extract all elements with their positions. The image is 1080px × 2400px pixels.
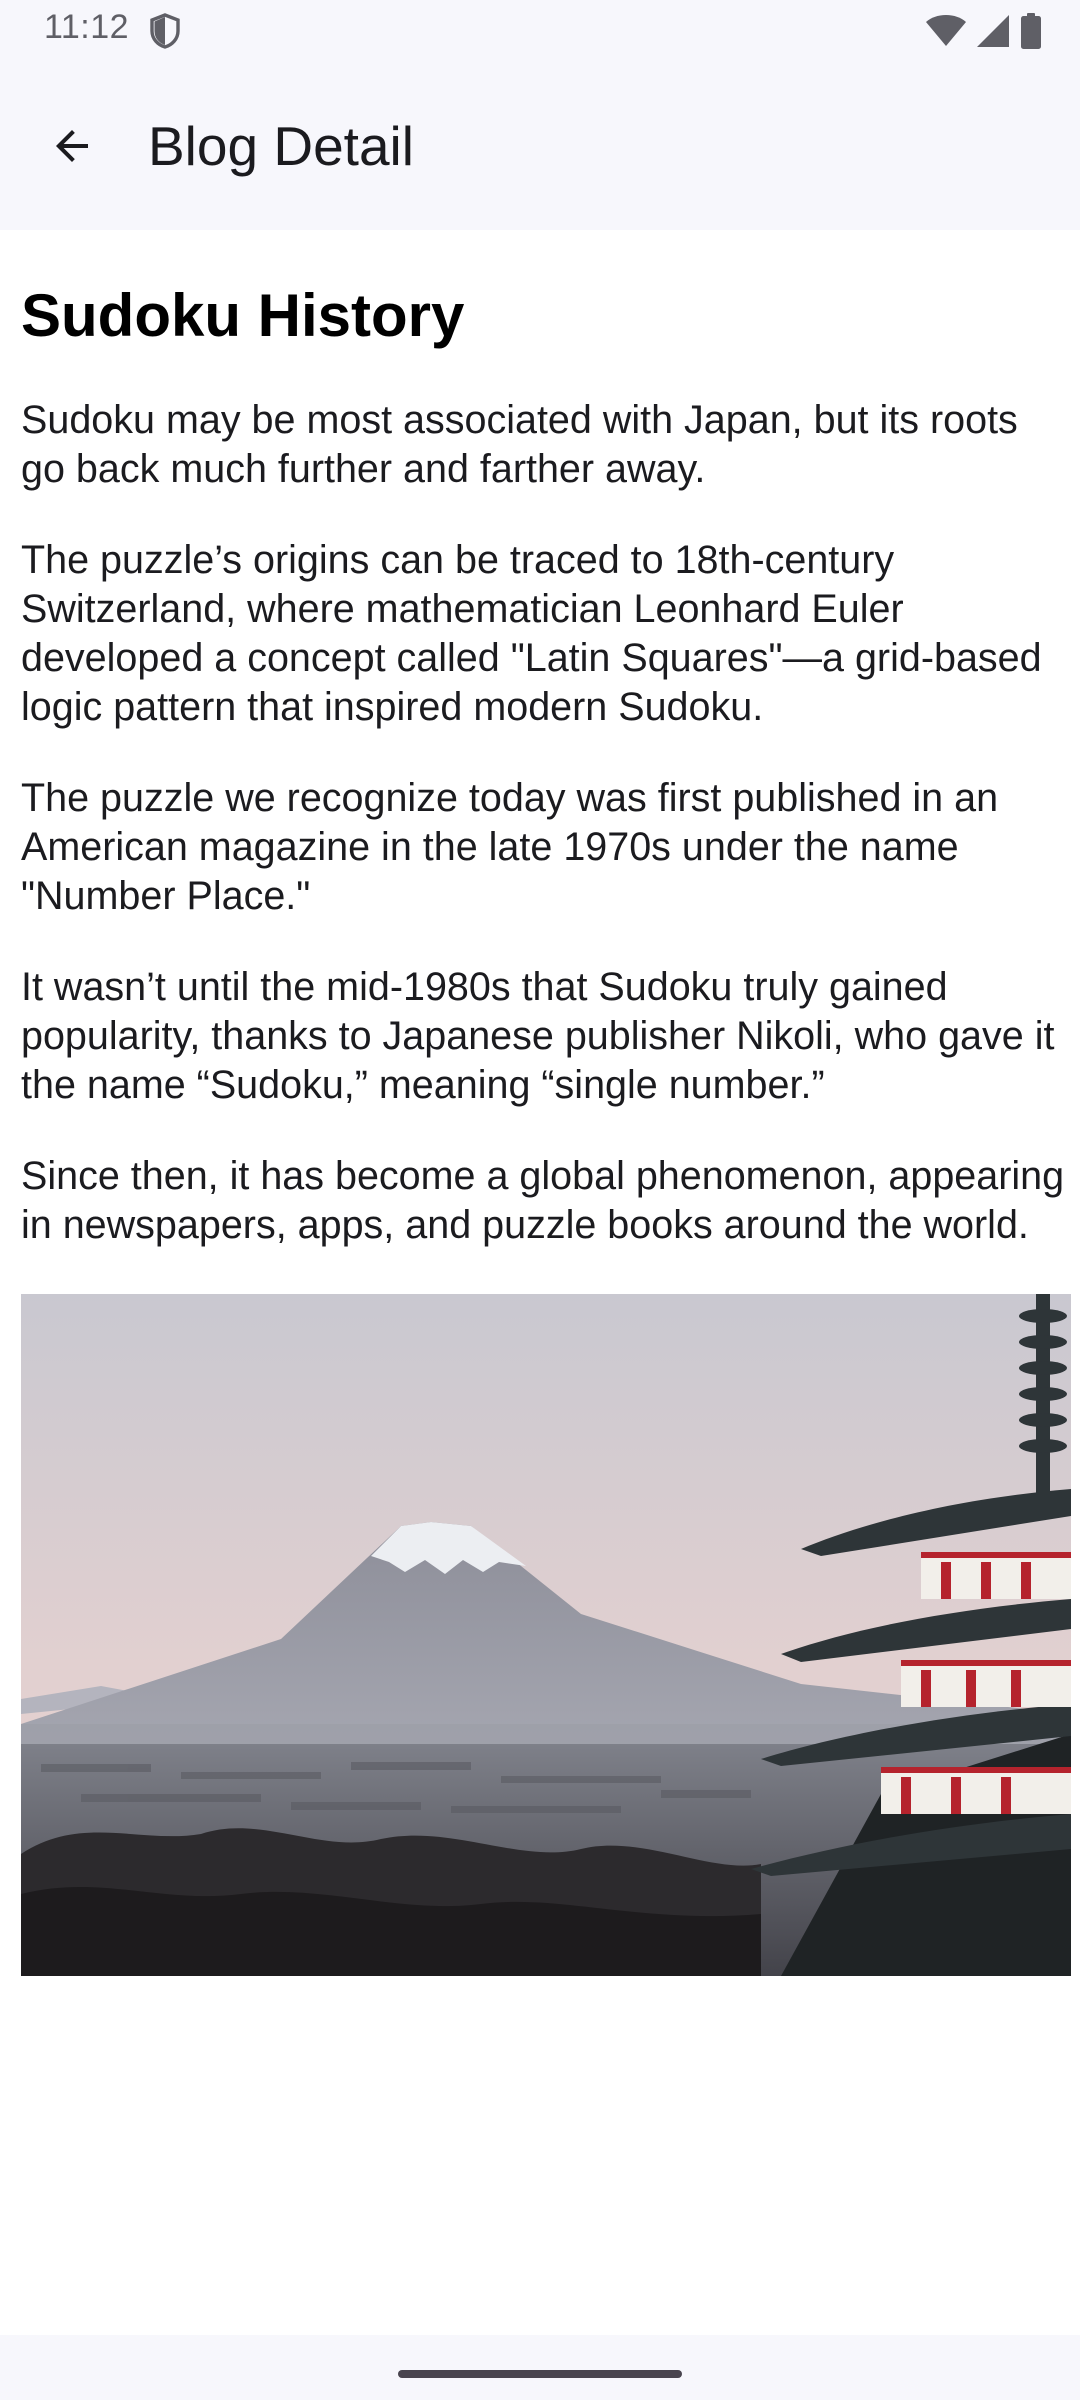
arrow-back-icon (56, 130, 88, 162)
status-bar: 11:12 (0, 0, 1080, 62)
cellular-signal-icon (977, 15, 1009, 47)
gesture-navigation-bar (0, 2335, 1080, 2400)
blog-paragraph: The puzzle we recognize today was first … (21, 776, 999, 918)
blog-title: Sudoku History (21, 282, 465, 349)
battery-icon (1021, 13, 1041, 49)
page-title: Blog Detail (148, 115, 414, 177)
top-app-bar: Blog Detail (0, 62, 1080, 230)
status-icons (926, 12, 1042, 50)
wifi-icon (926, 15, 966, 46)
blog-content: Sudoku History Sudoku may be most associ… (21, 230, 1071, 1976)
home-gesture-handle[interactable] (398, 2370, 682, 2378)
blog-paragraph: Sudoku may be most associated with Japan… (21, 398, 1018, 491)
blog-paragraph: It wasn’t until the mid-1980s that Sudok… (21, 965, 1055, 1107)
shield-icon (150, 13, 180, 49)
blog-paragraph: Since then, it has become a global pheno… (21, 1154, 1065, 1247)
status-time: 11:12 (44, 8, 130, 46)
blog-paragraph: The puzzle’s origins can be traced to 18… (21, 538, 1042, 729)
back-button[interactable] (30, 104, 114, 188)
blog-hero-image (21, 1294, 1071, 1976)
